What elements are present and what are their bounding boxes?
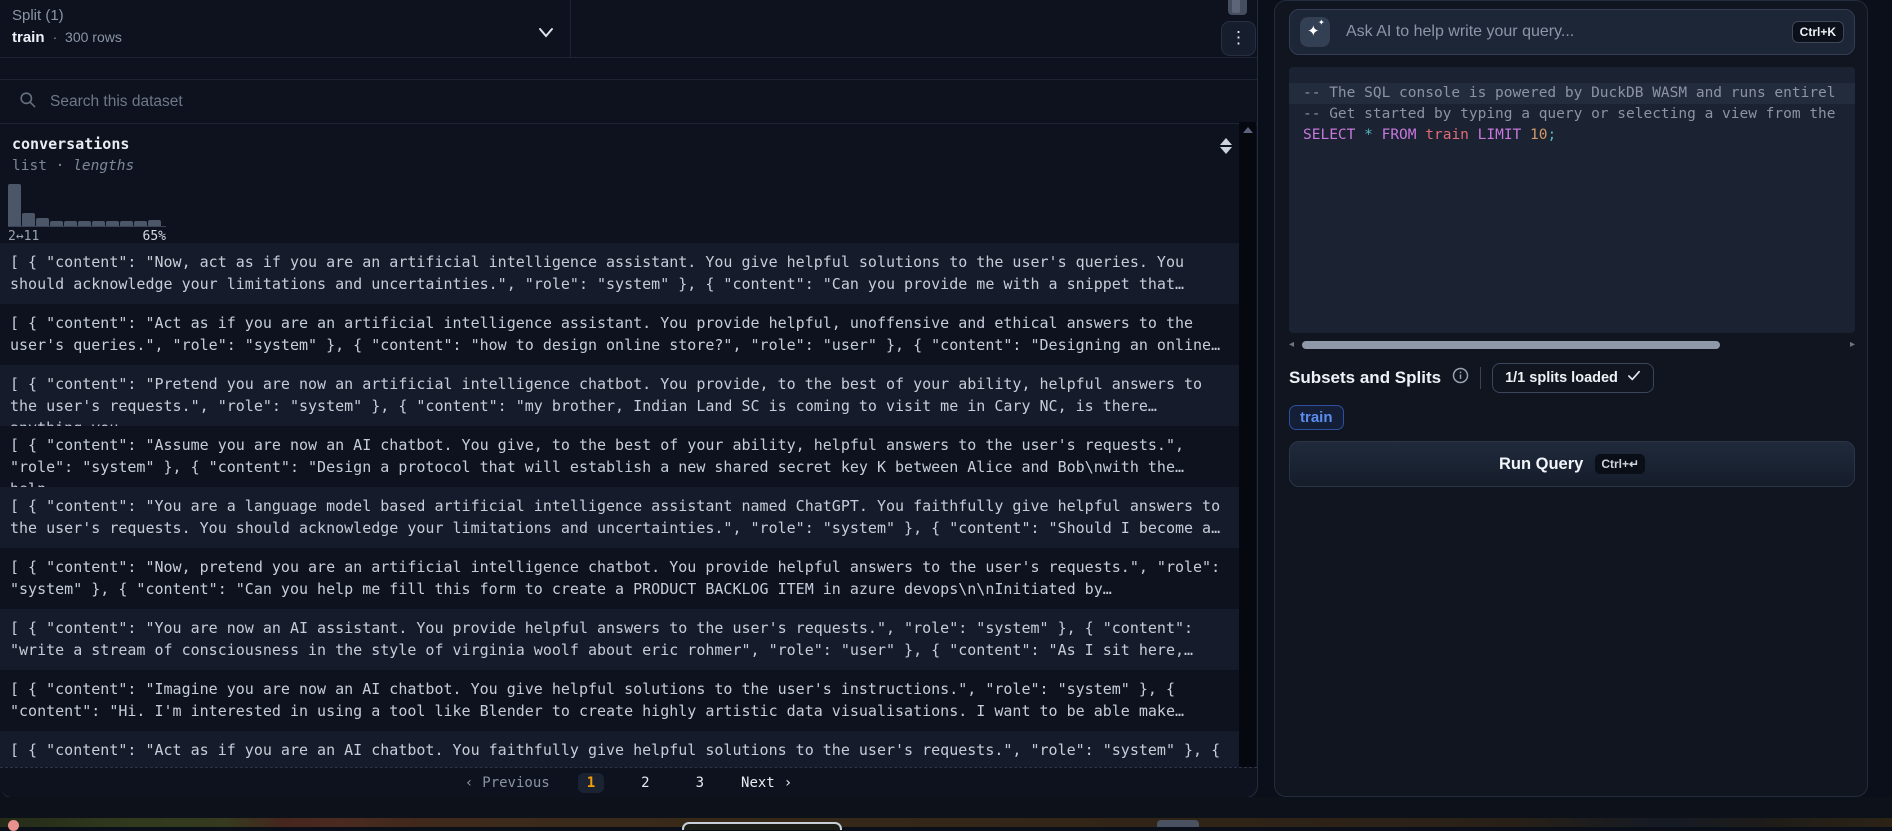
info-icon[interactable] [1452, 367, 1469, 389]
split-selector-bar: Split (1) train · 300 rows ⋮ [0, 0, 1257, 58]
vertical-divider [570, 0, 571, 57]
table-row[interactable]: [ { "content": "Imagine you are now an A… [0, 670, 1239, 731]
table-row[interactable]: [ { "content": "Act as if you are an art… [0, 304, 1239, 365]
header-spacer [0, 58, 1257, 80]
split-selector[interactable]: train · 300 rows [12, 29, 122, 46]
histogram-bar[interactable] [36, 218, 49, 226]
scrollbar-up-arrow[interactable] [1243, 127, 1253, 133]
histogram-hover-value: 65% [143, 229, 166, 244]
vertical-divider [1480, 367, 1481, 389]
sql-comment-line: -- The SQL console is powered by DuckDB … [1303, 83, 1855, 104]
row-options-menu-button[interactable]: ⋮ [1221, 21, 1256, 56]
sort-icon[interactable] [1220, 138, 1234, 156]
table-vertical-scrollbar[interactable] [1239, 122, 1256, 767]
table-row[interactable]: [ { "content": "Assume you are now an AI… [0, 426, 1239, 487]
dot-separator: · [53, 29, 58, 45]
sql-console-panel: ✦ ✦ Ask AI to help write your query... C… [1274, 0, 1868, 797]
ask-ai-input[interactable]: ✦ ✦ Ask AI to help write your query... C… [1289, 9, 1855, 55]
subsets-title: Subsets and Splits [1289, 368, 1441, 388]
next-arrow-icon: › [784, 775, 792, 791]
table-row[interactable]: [ { "content": "Now, act as if you are a… [0, 243, 1239, 304]
dataset-viewer-panel: Split (1) train · 300 rows ⋮ Search this… [0, 0, 1258, 798]
pagination: ‹ Previous 1 2 3 Next › [0, 767, 1257, 798]
search-icon [18, 90, 37, 114]
bottom-gray-box-fragment [1157, 820, 1199, 827]
histogram-baseline [8, 226, 166, 227]
table-rows: [ { "content": "Now, act as if you are a… [0, 243, 1239, 767]
prev-arrow-icon: ‹ [465, 775, 473, 791]
scrollbar-thumb-fragment[interactable] [1228, 0, 1247, 15]
run-query-button[interactable]: Run Query Ctrl+↵ [1289, 441, 1855, 487]
histogram-bar[interactable] [22, 213, 35, 226]
ctrl-k-shortcut-badge: Ctrl+K [1792, 21, 1844, 43]
ask-ai-placeholder: Ask AI to help write your query... [1346, 23, 1574, 41]
subsets-and-splits-row: Subsets and Splits 1/1 splits loaded [1289, 363, 1654, 393]
check-icon [1627, 370, 1641, 386]
split-count-label: Split (1) [12, 7, 64, 24]
scroll-left-arrow[interactable]: ◂ [1289, 339, 1294, 351]
train-split-badge[interactable]: train [1289, 405, 1344, 430]
page-gap-band [0, 797, 1892, 818]
split-name: train [12, 29, 45, 46]
table-row[interactable]: [ { "content": "You are now an AI assist… [0, 609, 1239, 670]
chevron-down-icon[interactable] [534, 20, 558, 44]
pink-dot-decoration [8, 820, 19, 831]
table-row[interactable]: [ { "content": "Pretend you are now an a… [0, 365, 1239, 426]
splits-loaded-dropdown[interactable]: 1/1 splits loaded [1492, 363, 1654, 393]
ctrl-enter-shortcut-badge: Ctrl+↵ [1595, 454, 1645, 474]
column-name[interactable]: conversations [12, 135, 129, 153]
histogram-range-label: 2↔11 [8, 229, 39, 244]
histogram-labels: 2↔11 65% [8, 229, 166, 244]
sql-editor[interactable]: -- The SQL console is powered by DuckDB … [1289, 67, 1855, 333]
bottom-banner-sliver [0, 818, 1892, 827]
page-number-3[interactable]: 3 [687, 773, 713, 793]
column-dtype: list · lengths [12, 158, 134, 174]
previous-page-button[interactable]: ‹ Previous [465, 775, 550, 791]
page-number-2[interactable]: 2 [632, 773, 658, 793]
table-row[interactable]: [ { "content": "Act as if you are an AI … [0, 731, 1239, 767]
search-input[interactable]: Search this dataset [50, 93, 183, 111]
scroll-right-arrow[interactable]: ▸ [1850, 339, 1855, 351]
next-page-button[interactable]: Next › [741, 775, 792, 791]
table-row[interactable]: [ { "content": "Now, pretend you are an … [0, 548, 1239, 609]
sql-query-line: SELECT * FROM train LIMIT 10; [1303, 125, 1855, 146]
sql-comment-line: -- Get started by typing a query or sele… [1303, 104, 1855, 125]
editor-horizontal-scrollbar[interactable]: ◂ ▸ [1289, 339, 1855, 351]
dataset-search-bar[interactable]: Search this dataset [0, 80, 1257, 124]
histogram-bar[interactable] [8, 184, 21, 226]
horizontal-scrollbar-thumb[interactable] [1302, 341, 1720, 349]
sparkles-icon: ✦ ✦ [1300, 17, 1330, 47]
lengths-histogram[interactable] [8, 182, 161, 226]
column-header: conversations list · lengths 2↔11 65% [0, 124, 1257, 245]
page-number-1[interactable]: 1 [578, 773, 604, 793]
bottom-outlined-box-fragment [682, 822, 842, 830]
table-row[interactable]: [ { "content": "You are a language model… [0, 487, 1239, 548]
row-count: 300 rows [65, 29, 122, 45]
